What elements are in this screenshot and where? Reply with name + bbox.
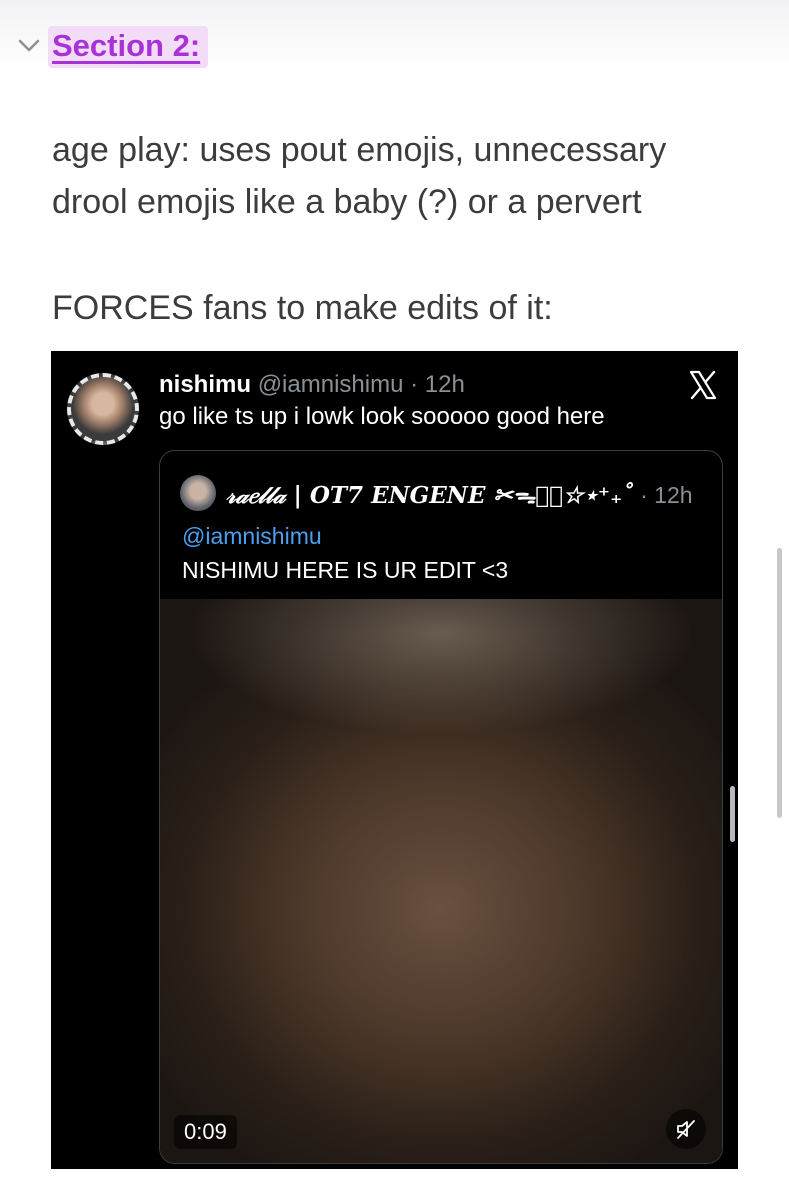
avatar[interactable] [67, 373, 139, 445]
mute-button[interactable] [666, 1109, 706, 1149]
quote-avatar[interactable] [180, 475, 216, 511]
tweet-separator: · [410, 371, 419, 398]
quote-display-name[interactable]: 𝓇𝒶𝑒𝓁𝓁𝒶 | OT7 ENGENE ✂︎ᯓ✰⃝☆⋆⁺₊˚ [226, 482, 634, 509]
quote-tweet[interactable]: 𝓇𝒶𝑒𝓁𝓁𝒶 | OT7 ENGENE ✂︎ᯓ✰⃝☆⋆⁺₊˚ · 12h @ia… [159, 450, 723, 1164]
quote-time[interactable]: 12h [654, 482, 692, 508]
tweet-display-name[interactable]: nishimu [159, 371, 251, 398]
tweet-text: go like ts up i lowk look sooooo good he… [159, 403, 605, 430]
paragraph-line: drool emojis like a baby (?) or a perver… [52, 183, 642, 221]
chevron-down-icon [18, 39, 40, 52]
quote-text: NISHIMU HERE IS UR EDIT <3 [182, 557, 509, 583]
quote-separator: · [640, 482, 648, 508]
x-logo-icon[interactable] [687, 369, 719, 401]
tweet-header: nishimu @iamnishimu · 12h [159, 371, 465, 399]
section-heading-text[interactable]: Section 2: [52, 28, 200, 63]
tweet-time[interactable]: 12h [425, 371, 465, 398]
video-duration: 0:09 [174, 1115, 237, 1149]
paragraph-line: FORCES fans to make edits of it: [52, 289, 553, 327]
paragraph-line: age play: uses pout emojis, unnecessary [52, 131, 667, 169]
video-scrub-indicator [730, 786, 735, 842]
quote-header: 𝓇𝒶𝑒𝓁𝓁𝒶 | OT7 ENGENE ✂︎ᯓ✰⃝☆⋆⁺₊˚ · 12h [226, 478, 693, 510]
muted-speaker-icon [677, 1120, 695, 1139]
tweet-embed-screenshot: nishimu @iamnishimu · 12h go like ts up … [51, 351, 738, 1169]
section-collapse-toggle[interactable] [16, 34, 42, 56]
quote-mention-link[interactable]: @iamnishimu [182, 523, 322, 550]
paragraph-age-play: age play: uses pout emojis, unnecessary … [52, 124, 742, 228]
tweet-handle[interactable]: @iamnishimu [258, 371, 404, 398]
paragraph-forces-fans: FORCES fans to make edits of it: [52, 282, 742, 334]
video-player[interactable]: 0:09 [160, 599, 722, 1163]
page-scrollbar[interactable] [777, 548, 782, 818]
section-heading[interactable]: Section 2: [48, 26, 209, 68]
